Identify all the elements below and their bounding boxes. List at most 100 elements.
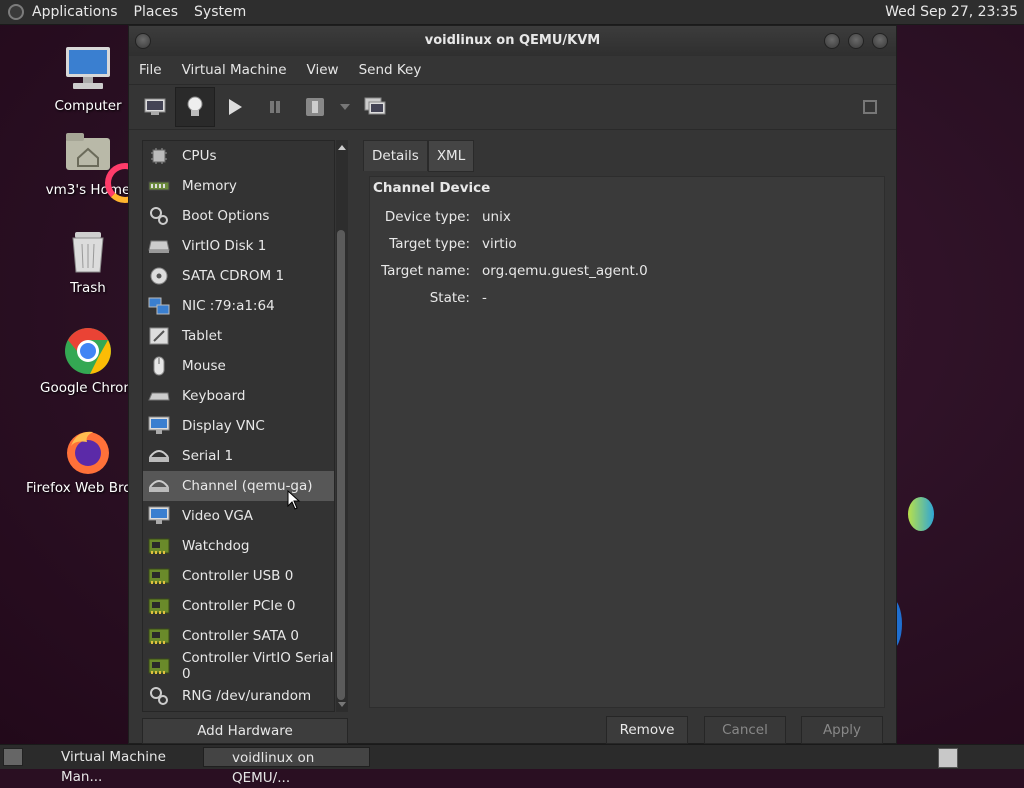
window-title: voidlinux on QEMU/KVM xyxy=(424,33,601,48)
tablet-icon xyxy=(148,326,170,346)
hardware-item[interactable]: Channel (qemu-ga) xyxy=(143,471,334,501)
monitor-icon xyxy=(144,98,166,115)
snapshots-button[interactable] xyxy=(355,87,395,127)
add-hardware-button[interactable]: Add Hardware xyxy=(142,718,348,744)
desktop-icon-chrome[interactable]: Google Chrome xyxy=(33,326,143,396)
scroll-down-icon[interactable] xyxy=(336,700,348,710)
hardware-item[interactable]: Controller USB 0 xyxy=(143,561,334,591)
window-titlebar[interactable]: voidlinux on QEMU/KVM xyxy=(129,26,896,56)
workspace-switcher[interactable] xyxy=(938,748,958,768)
hardware-item-label: Display VNC xyxy=(182,418,265,434)
tab-details[interactable]: Details xyxy=(363,140,428,171)
hardware-item[interactable]: Memory xyxy=(143,171,334,201)
hardware-item[interactable]: Display VNC xyxy=(143,411,334,441)
desktop-icon-home[interactable]: vm3's Home xyxy=(33,128,145,203)
gears-icon xyxy=(148,686,170,706)
hardware-item[interactable]: Tablet xyxy=(143,321,334,351)
scrollbar-thumb[interactable] xyxy=(337,230,345,700)
shutdown-menu-button[interactable] xyxy=(335,87,355,127)
window-menu-button[interactable] xyxy=(135,33,151,49)
gears-icon xyxy=(148,206,170,226)
remove-button[interactable]: Remove xyxy=(606,716,688,744)
hardware-item[interactable]: Controller VirtIO Serial 0 xyxy=(143,650,334,682)
cancel-button[interactable]: Cancel xyxy=(704,716,786,744)
field-label: State: xyxy=(429,290,470,306)
apply-button[interactable]: Apply xyxy=(801,716,883,744)
top-panel: Applications Places System Wed Sep 27, 2… xyxy=(0,0,1024,25)
show-details-button[interactable] xyxy=(175,87,215,127)
field-label: Target type: xyxy=(389,236,470,252)
disk-icon xyxy=(148,236,170,256)
show-console-button[interactable] xyxy=(135,87,175,127)
toolbar xyxy=(129,84,896,130)
task-virt-manager[interactable]: Virtual Machine Man... xyxy=(33,747,200,785)
desktop-decoration xyxy=(908,497,934,531)
hardware-item-label: SATA CDROM 1 xyxy=(182,268,285,284)
scroll-up-icon[interactable] xyxy=(336,142,348,152)
show-desktop-button[interactable] xyxy=(3,748,23,766)
run-button[interactable] xyxy=(215,87,255,127)
hardware-item-label: NIC :79:a1:64 xyxy=(182,298,275,314)
hardware-item-label: Controller USB 0 xyxy=(182,568,294,584)
desktop-icon-trash[interactable]: Trash xyxy=(33,226,143,296)
home-folder-icon xyxy=(63,128,145,203)
menu-virtual-machine[interactable]: Virtual Machine xyxy=(172,62,297,78)
hardware-list: CPUs Memory Boot Options VirtIO Disk 1 SATA … xyxy=(142,140,335,712)
pause-icon xyxy=(270,101,280,113)
vm-details-window: voidlinux on QEMU/KVM File Virtual Machi… xyxy=(128,25,897,744)
menu-system[interactable]: System xyxy=(186,4,254,20)
menu-applications[interactable]: Applications xyxy=(24,4,126,20)
desktop-icon-firefox[interactable]: Firefox Web Browser xyxy=(26,426,143,496)
hardware-item[interactable]: Controller PCIe 0 xyxy=(143,591,334,621)
distro-logo-icon[interactable] xyxy=(8,4,24,20)
shutdown-button[interactable] xyxy=(295,87,335,127)
clock[interactable]: Wed Sep 27, 23:35 xyxy=(885,4,1018,20)
close-button[interactable] xyxy=(872,33,888,49)
cdrom-icon xyxy=(148,266,170,286)
hardware-item[interactable]: CPUs xyxy=(143,141,334,171)
hardware-item[interactable]: Boot Options xyxy=(143,201,334,231)
menu-send-key[interactable]: Send Key xyxy=(349,62,432,78)
desktop-icon-label: Firefox Web Browser xyxy=(26,480,131,496)
hardware-item-label: Tablet xyxy=(182,328,223,344)
memory-icon xyxy=(148,176,170,196)
fullscreen-button[interactable] xyxy=(850,87,890,127)
desktop-icon-label: Trash xyxy=(70,280,106,296)
field-value: - xyxy=(482,290,487,306)
hardware-item[interactable]: RNG /dev/urandom xyxy=(143,681,334,711)
computer-icon xyxy=(63,44,113,94)
maximize-button[interactable] xyxy=(848,33,864,49)
hardware-item[interactable]: SATA CDROM 1 xyxy=(143,261,334,291)
hardware-item[interactable]: Watchdog xyxy=(143,531,334,561)
hardware-item[interactable]: Keyboard xyxy=(143,381,334,411)
serial-icon xyxy=(148,476,170,496)
trash-icon xyxy=(63,226,113,276)
hardware-item[interactable]: Serial 1 xyxy=(143,441,334,471)
hardware-list-scrollbar[interactable] xyxy=(336,140,348,712)
task-voidlinux-window[interactable]: voidlinux on QEMU/... xyxy=(203,747,370,786)
hardware-item-label: Video VGA xyxy=(182,508,254,524)
hardware-item[interactable]: VirtIO Disk 1 xyxy=(143,231,334,261)
hardware-item-label: Mouse xyxy=(182,358,226,374)
task-label: voidlinux on QEMU/... xyxy=(232,750,315,786)
chevron-down-icon xyxy=(340,104,350,110)
hardware-item[interactable]: NIC :79:a1:64 xyxy=(143,291,334,321)
desktop-icon-computer[interactable]: Computer xyxy=(33,44,143,114)
hardware-item[interactable]: Controller SATA 0 xyxy=(143,621,334,651)
hardware-item-label: Watchdog xyxy=(182,538,250,554)
cpu-icon xyxy=(148,146,170,166)
menu-places[interactable]: Places xyxy=(126,4,187,20)
desktop-icon-label: Google Chrome xyxy=(40,380,135,396)
menu-file[interactable]: File xyxy=(129,62,172,78)
snapshots-icon xyxy=(364,97,386,115)
details-panel: Channel Device Device type: unix Target … xyxy=(369,176,885,708)
pause-button[interactable] xyxy=(255,87,295,127)
hardware-item[interactable]: Video VGA xyxy=(143,501,334,531)
keyboard-icon xyxy=(148,386,170,406)
minimize-button[interactable] xyxy=(824,33,840,49)
field-label: Target name: xyxy=(381,263,470,279)
menu-view[interactable]: View xyxy=(297,62,349,78)
fullscreen-icon xyxy=(863,100,877,114)
hardware-item[interactable]: Mouse xyxy=(143,351,334,381)
tab-xml[interactable]: XML xyxy=(427,140,475,172)
